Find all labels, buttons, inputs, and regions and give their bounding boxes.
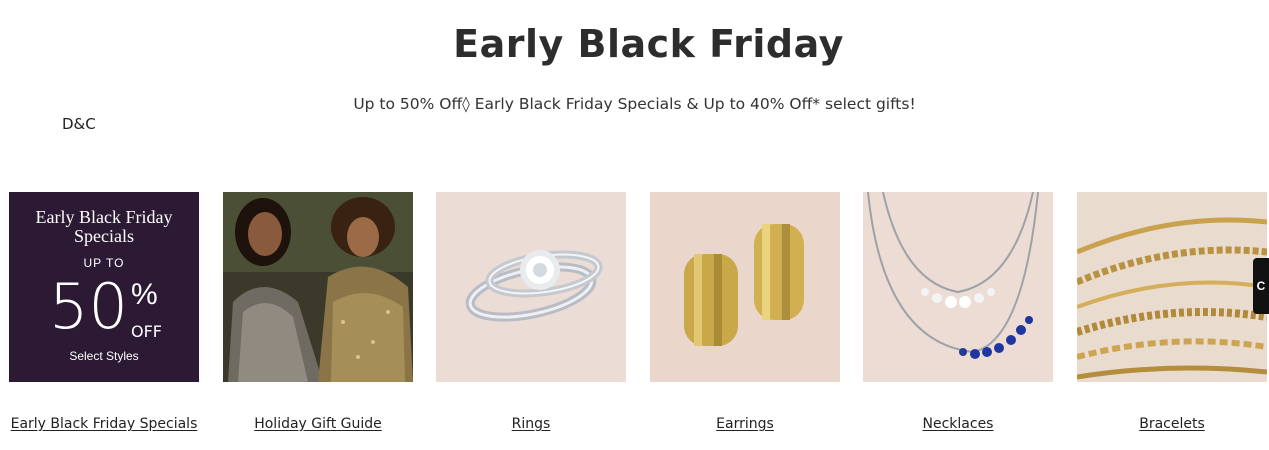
category-tile-bracelets[interactable]: Bracelets: [1077, 192, 1267, 432]
category-link-bracelets[interactable]: Bracelets: [1057, 416, 1269, 432]
promo-select-styles: Select Styles: [69, 349, 139, 363]
promo-heading: Early Black Friday Specials: [35, 207, 173, 246]
category-link-specials[interactable]: Early Black Friday Specials: [0, 416, 219, 432]
promo-up-to: UP TO: [83, 256, 125, 270]
category-link-rings[interactable]: Rings: [416, 416, 646, 432]
necklaces-image[interactable]: [863, 192, 1053, 382]
category-tile-specials[interactable]: Early Black Friday Specials UP TO 50 % O…: [9, 192, 199, 432]
category-tile-necklaces[interactable]: Necklaces: [863, 192, 1053, 432]
earrings-image[interactable]: [650, 192, 840, 382]
category-link-gift-guide[interactable]: Holiday Gift Guide: [203, 416, 433, 432]
bracelets-image[interactable]: [1077, 192, 1267, 382]
side-chat-tab[interactable]: C: [1253, 258, 1269, 314]
holiday-photo-image[interactable]: [223, 192, 413, 382]
category-tile-rings[interactable]: Rings: [436, 192, 626, 432]
promo-percent-sign: %: [131, 278, 158, 311]
category-tile-earrings[interactable]: Earrings: [650, 192, 840, 432]
promo-subtitle: Up to 50% Off◊ Early Black Friday Specia…: [353, 95, 916, 113]
category-tile-gift-guide[interactable]: Holiday Gift Guide: [223, 192, 413, 432]
rings-image[interactable]: [436, 192, 626, 382]
category-link-necklaces[interactable]: Necklaces: [843, 416, 1073, 432]
page-title: Early Black Friday: [453, 22, 844, 66]
promo-off: OFF: [131, 322, 162, 341]
promo-banner-image[interactable]: Early Black Friday Specials UP TO 50 % O…: [9, 192, 199, 382]
brand-label: D&C: [62, 115, 96, 133]
category-link-earrings[interactable]: Earrings: [630, 416, 860, 432]
promo-percent-number: 50: [49, 270, 128, 343]
